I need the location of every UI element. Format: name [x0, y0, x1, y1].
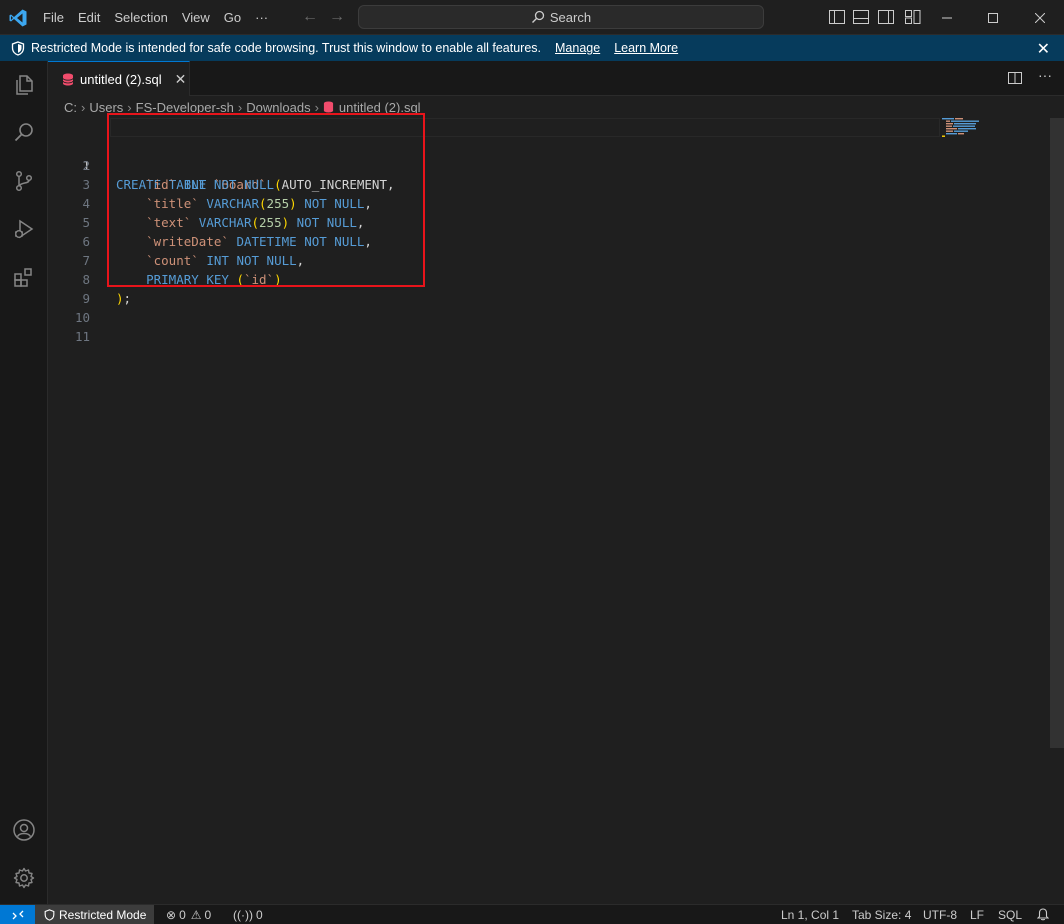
error-count: 0	[179, 907, 186, 922]
restricted-mode-label: Restricted Mode	[59, 907, 147, 922]
ports-status[interactable]: ((·)) 0	[233, 905, 263, 924]
ports-count: 0	[255, 907, 263, 922]
account-icon	[13, 819, 35, 841]
line-number: 11	[74, 329, 90, 344]
tab-size[interactable]: Tab Size: 4	[852, 905, 911, 924]
menu-view[interactable]: View	[175, 0, 217, 35]
encoding[interactable]: UTF-8	[923, 905, 957, 924]
restricted-mode-status[interactable]: Restricted Mode	[35, 905, 155, 924]
minimap[interactable]	[942, 118, 992, 138]
source-control-button[interactable]	[0, 157, 48, 205]
command-center-search[interactable]: Search	[358, 5, 764, 29]
database-file-icon	[323, 101, 334, 113]
search-label: Search	[549, 9, 592, 25]
chevron-right-icon: ›	[81, 99, 86, 115]
manage-link[interactable]: Manage	[555, 41, 600, 55]
vertical-scrollbar[interactable]	[1050, 118, 1064, 748]
shield-icon	[11, 40, 25, 56]
editor-tab-bar: untitled (2).sql ✕ ···	[48, 61, 1064, 96]
tab-close-icon[interactable]: ✕	[175, 71, 187, 88]
gear-icon	[13, 867, 35, 889]
banner-close-icon[interactable]: ✕	[1037, 39, 1050, 59]
remote-icon	[12, 910, 23, 919]
run-debug-button[interactable]	[0, 205, 48, 253]
menu-file[interactable]: File	[36, 0, 71, 35]
maximize-button[interactable]	[970, 0, 1016, 35]
error-icon: ⊗	[166, 907, 177, 922]
warning-count: 0	[204, 907, 212, 922]
search-icon	[14, 123, 33, 142]
minimize-icon	[942, 17, 952, 18]
toggle-secondary-sidebar-icon[interactable]	[878, 10, 894, 24]
split-editor-icon[interactable]	[1007, 70, 1023, 86]
tab-untitled-sql[interactable]: untitled (2).sql ✕	[48, 61, 190, 96]
notifications-bell-icon[interactable]	[1037, 905, 1049, 924]
broadcast-icon: ((·))	[233, 907, 253, 922]
accounts-button[interactable]	[0, 806, 48, 854]
extensions-icon	[14, 268, 32, 287]
explorer-button[interactable]	[0, 61, 48, 109]
menu-go[interactable]: Go	[217, 0, 248, 35]
title-bar: File Edit Selection View Go ··· ← → Sear…	[0, 0, 1064, 35]
run-debug-icon	[15, 219, 34, 239]
tab-label: untitled (2).sql	[80, 71, 162, 87]
cursor-position[interactable]: Ln 1, Col 1	[781, 905, 839, 924]
manage-settings-button[interactable]	[0, 854, 48, 902]
database-file-icon	[62, 73, 74, 85]
search-icon	[531, 10, 545, 23]
menu-bar: File Edit Selection View Go ···	[36, 0, 275, 35]
banner-message: Restricted Mode is intended for safe cod…	[31, 41, 541, 55]
end-of-line[interactable]: LF	[970, 905, 984, 924]
red-annotation-box	[107, 113, 425, 287]
close-icon	[1035, 12, 1045, 23]
files-icon	[16, 75, 33, 95]
activity-bar	[0, 61, 48, 904]
language-mode[interactable]: SQL	[998, 905, 1022, 924]
breadcrumb-drive[interactable]: C:	[64, 100, 77, 115]
status-bar: Restricted Mode ⊗ 0 ⚠ 0 ((·)) 0 Ln 1, Co…	[0, 904, 1064, 924]
code-line-11[interactable]: 11	[48, 308, 1048, 344]
more-actions-icon[interactable]: ···	[1038, 67, 1058, 83]
warning-icon: ⚠	[190, 907, 202, 922]
code-line-10[interactable]: 10	[48, 289, 1048, 325]
back-arrow-icon[interactable]: ←	[301, 8, 319, 26]
menu-selection[interactable]: Selection	[107, 0, 174, 35]
close-window-button[interactable]	[1016, 0, 1064, 35]
menu-edit[interactable]: Edit	[71, 0, 107, 35]
toggle-panel-icon[interactable]	[853, 10, 869, 24]
vscode-logo-icon	[9, 9, 27, 27]
forward-arrow-icon[interactable]: →	[328, 8, 346, 26]
menu-more[interactable]: ···	[248, 0, 275, 35]
problems-status[interactable]: ⊗ 0 ⚠ 0	[166, 905, 211, 924]
restricted-mode-banner: Restricted Mode is intended for safe cod…	[0, 35, 1064, 61]
maximize-icon	[988, 12, 998, 23]
search-view-button[interactable]	[0, 109, 48, 157]
remote-indicator[interactable]	[0, 905, 35, 924]
shield-icon	[44, 908, 55, 921]
minimize-button[interactable]	[924, 0, 970, 35]
learn-more-link[interactable]: Learn More	[614, 41, 678, 55]
source-control-icon	[15, 170, 33, 192]
customize-layout-icon[interactable]	[905, 10, 921, 24]
extensions-button[interactable]	[0, 253, 48, 301]
toggle-primary-sidebar-icon[interactable]	[829, 10, 845, 24]
